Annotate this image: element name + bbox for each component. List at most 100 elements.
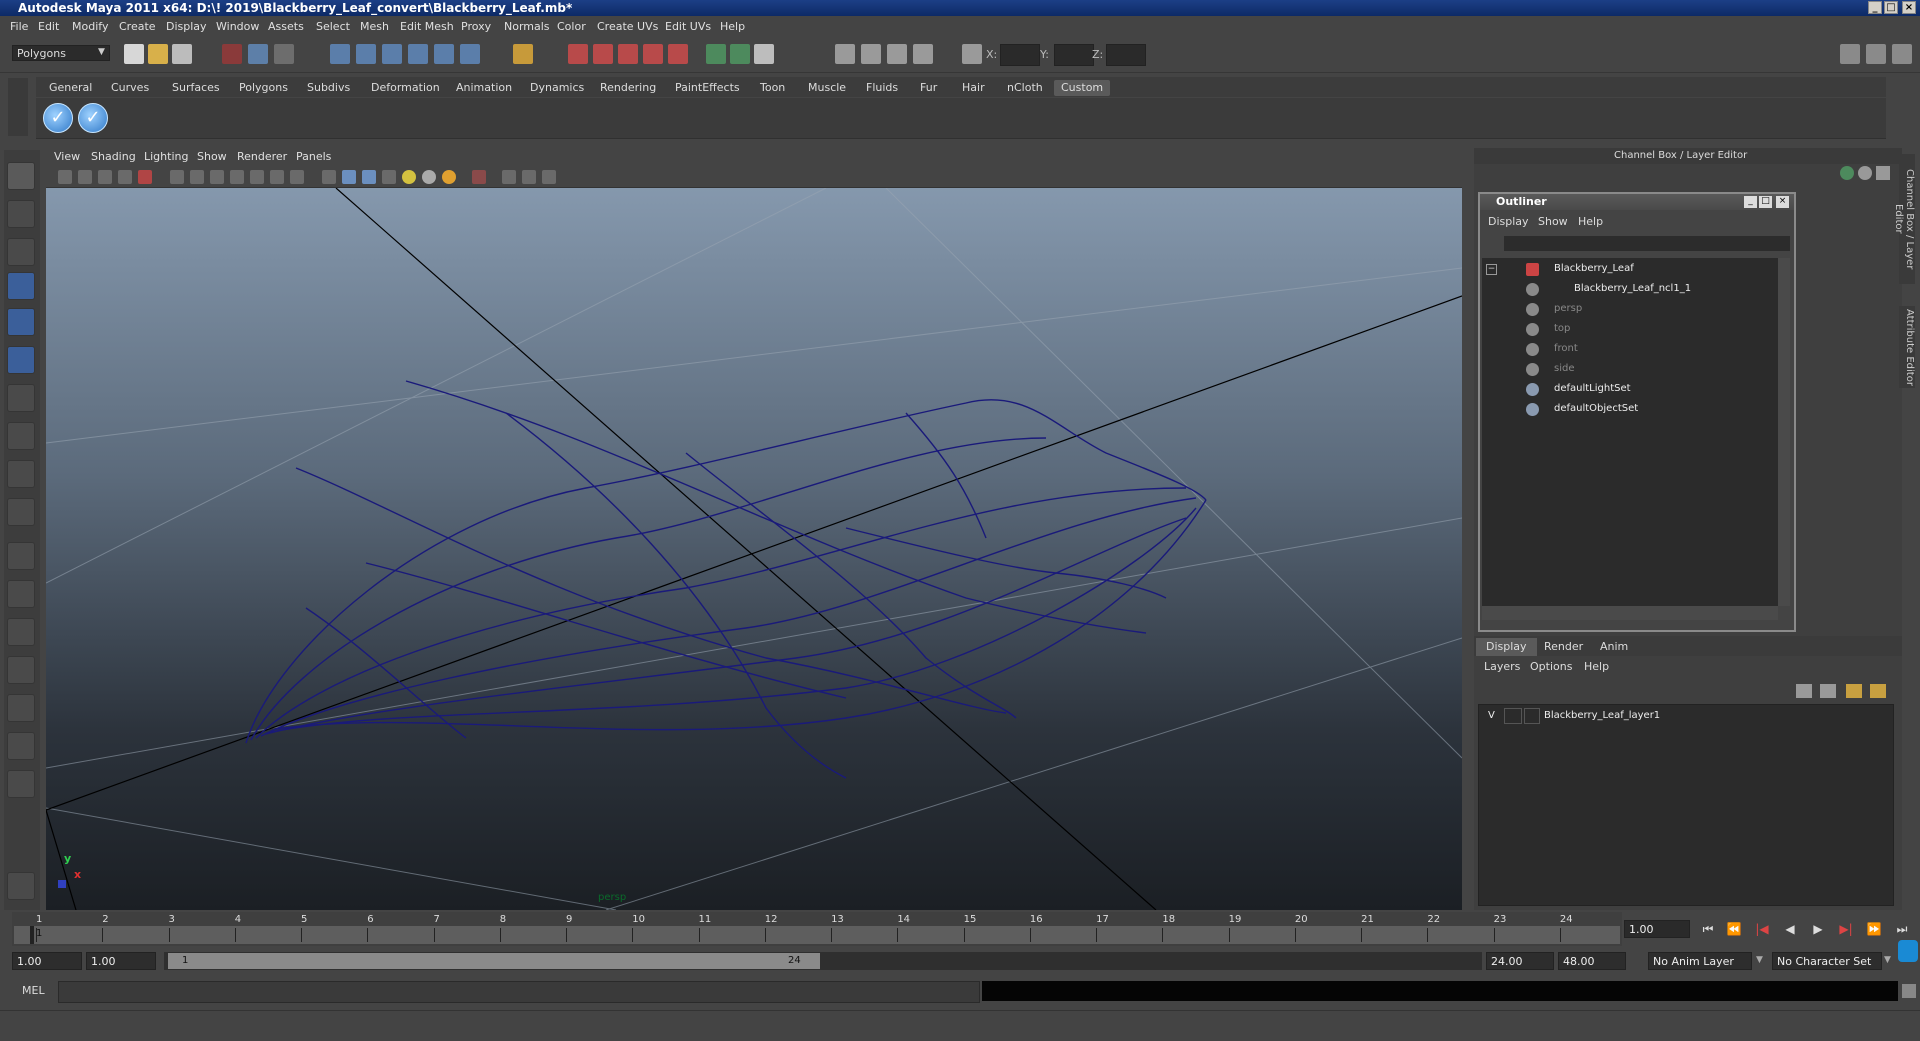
show-channel-box-icon[interactable] <box>1892 44 1912 64</box>
snap-mesh-icon[interactable] <box>460 44 480 64</box>
outliner-item[interactable]: defaultLightSet <box>1554 383 1631 394</box>
scale-tool-icon[interactable] <box>7 346 35 374</box>
render-icon[interactable] <box>593 44 613 64</box>
persp-outliner-layout-icon[interactable] <box>7 618 35 646</box>
range-slider-handle[interactable]: 1 24 <box>168 953 820 969</box>
outliner-item[interactable]: front <box>1554 343 1578 354</box>
textured-icon[interactable] <box>382 170 396 184</box>
layer-menu-help[interactable]: Help <box>1584 660 1609 673</box>
menu-create-uvs[interactable]: Create UVs <box>597 20 658 33</box>
menu-assets[interactable]: Assets <box>268 20 304 33</box>
close-button[interactable]: × <box>1902 1 1916 14</box>
menu-color[interactable]: Color <box>557 20 586 33</box>
current-time-field[interactable]: 1.00 <box>1624 920 1690 938</box>
rotate-tool-icon[interactable] <box>7 308 35 336</box>
lock-icon[interactable] <box>513 44 533 64</box>
universal-manipulator-icon[interactable] <box>7 384 35 412</box>
select-object-icon[interactable] <box>248 44 268 64</box>
mel-label[interactable]: MEL <box>22 984 45 997</box>
xray-joints-icon[interactable] <box>522 170 536 184</box>
menu-set-dropdown[interactable]: Polygons <box>12 45 110 61</box>
playback-start-field[interactable]: 1.00 <box>86 952 156 970</box>
tab-attribute-editor[interactable]: Attribute Editor <box>1899 306 1915 388</box>
step-forward-frame-icon[interactable]: ⏩ <box>1864 920 1884 938</box>
shelf-tab-general[interactable]: General <box>42 80 99 96</box>
attribute-editor-icon[interactable] <box>835 44 855 64</box>
step-back-frame-icon[interactable]: ⏪ <box>1724 920 1744 938</box>
time-slider-track[interactable] <box>14 926 1620 944</box>
wireframe-icon[interactable] <box>322 170 336 184</box>
paint-select-tool-icon[interactable] <box>7 238 35 266</box>
menu-display[interactable]: Display <box>166 20 207 33</box>
xray-icon[interactable] <box>502 170 516 184</box>
tab-anim[interactable]: Anim <box>1590 638 1638 656</box>
animation-start-field[interactable]: 1.00 <box>12 952 82 970</box>
menu-select[interactable]: Select <box>316 20 350 33</box>
move-layer-up-icon[interactable] <box>1796 684 1812 698</box>
safe-title-icon[interactable] <box>290 170 304 184</box>
snap-point-icon[interactable] <box>382 44 402 64</box>
layer-editor-icon[interactable] <box>913 44 933 64</box>
render-settings-icon[interactable] <box>643 44 663 64</box>
select-tool-icon[interactable] <box>7 162 35 190</box>
play-backwards-icon[interactable]: ◀ <box>1780 920 1800 938</box>
panel-menu-shading[interactable]: Shading <box>91 150 136 163</box>
channel-box-icon[interactable] <box>887 44 907 64</box>
shelf-tab-deformation[interactable]: Deformation <box>364 80 447 96</box>
camera-icon[interactable] <box>58 170 72 184</box>
relative-transform-icon[interactable] <box>730 44 750 64</box>
new-layer-selected-icon[interactable] <box>1870 684 1886 698</box>
shelf-tab-animation[interactable]: Animation <box>449 80 519 96</box>
checkmark-icon[interactable]: ✓ <box>43 103 73 133</box>
script-editor-icon[interactable] <box>1902 984 1916 998</box>
z-field[interactable] <box>1106 44 1146 66</box>
last-tool-icon[interactable] <box>7 498 35 526</box>
show-attribute-editor-icon[interactable] <box>1840 44 1860 64</box>
image-plane-icon[interactable] <box>118 170 132 184</box>
menu-normals[interactable]: Normals <box>504 20 550 33</box>
shelf-tab-rendering[interactable]: Rendering <box>593 80 663 96</box>
outliner-close-button[interactable]: × <box>1776 196 1789 208</box>
outliner-filter-field[interactable] <box>1504 236 1790 251</box>
step-forward-key-icon[interactable]: ▶| <box>1836 920 1856 938</box>
layout-options-icon[interactable] <box>7 770 35 798</box>
field-chart-icon[interactable] <box>250 170 264 184</box>
persp-hypershade-layout-icon[interactable] <box>7 694 35 722</box>
outliner-item[interactable]: top <box>1554 323 1570 334</box>
soft-mod-tool-icon[interactable] <box>7 422 35 450</box>
script-editor-icon[interactable] <box>754 44 774 64</box>
save-scene-icon[interactable] <box>172 44 192 64</box>
input-line-icon[interactable] <box>706 44 726 64</box>
outliner-menu-show[interactable]: Show <box>1538 215 1568 228</box>
outliner-item[interactable]: Blackberry_Leaf <box>1554 263 1634 274</box>
outliner-vertical-scrollbar[interactable] <box>1778 258 1790 606</box>
snap-grid-icon[interactable] <box>330 44 350 64</box>
channel-box-float-icon[interactable] <box>1876 166 1890 180</box>
outliner-menu-display[interactable]: Display <box>1488 215 1529 228</box>
panel-menu-show[interactable]: Show <box>197 150 227 163</box>
single-perspective-layout-icon[interactable] <box>7 542 35 570</box>
x-field[interactable] <box>1000 44 1040 66</box>
y-field[interactable] <box>1054 44 1094 66</box>
channel-box-tool-icon[interactable] <box>1840 166 1854 180</box>
play-forwards-icon[interactable]: ▶ <box>1808 920 1828 938</box>
four-view-layout-icon[interactable] <box>7 580 35 608</box>
new-empty-layer-icon[interactable] <box>1846 684 1862 698</box>
shelf-tab-hair[interactable]: Hair <box>955 80 992 96</box>
safe-action-icon[interactable] <box>270 170 284 184</box>
panel-menu-lighting[interactable]: Lighting <box>144 150 188 163</box>
shelf-tab-surfaces[interactable]: Surfaces <box>165 80 227 96</box>
panel-menu-renderer[interactable]: Renderer <box>237 150 287 163</box>
bookmark-icon[interactable] <box>98 170 112 184</box>
perspective-viewport[interactable]: persp y x <box>46 188 1462 910</box>
use-all-lights-icon[interactable] <box>402 170 416 184</box>
panel-menu-view[interactable]: View <box>54 150 80 163</box>
shadows-icon[interactable] <box>422 170 436 184</box>
snap-view-icon[interactable] <box>408 44 428 64</box>
transform-field-icon[interactable] <box>962 44 982 64</box>
shelf-tab-polygons[interactable]: Polygons <box>232 80 295 96</box>
layer-name[interactable]: Blackberry_Leaf_layer1 <box>1544 710 1660 721</box>
maximize-button[interactable]: □ <box>1884 1 1898 14</box>
high-quality-icon[interactable] <box>442 170 456 184</box>
shelf-tab-toon[interactable]: Toon <box>753 80 792 96</box>
